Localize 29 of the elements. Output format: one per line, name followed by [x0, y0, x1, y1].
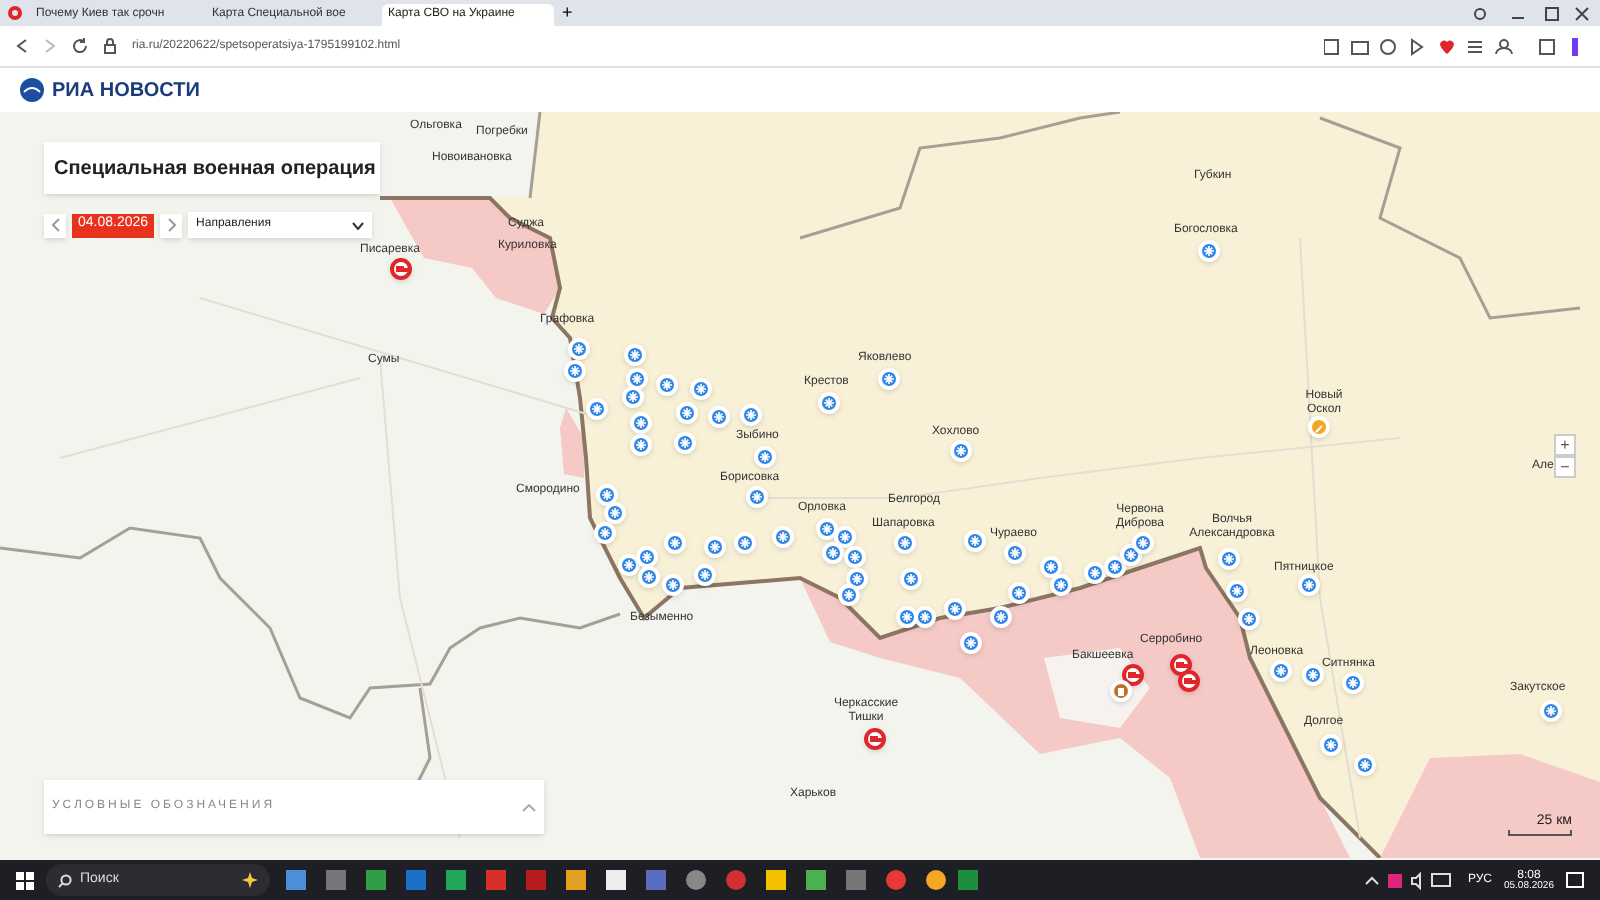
tray-icons-drawing [1363, 871, 1456, 889]
next-date-button[interactable] [160, 213, 183, 237]
truck-marker-icon[interactable] [864, 728, 886, 750]
scale-bar [1508, 830, 1572, 836]
reload-icon[interactable] [72, 38, 88, 54]
chevron-up-icon [522, 803, 536, 811]
snowflake-marker-icon[interactable] [564, 360, 586, 382]
chevron-left-icon [51, 218, 59, 232]
back-icon[interactable] [16, 38, 28, 54]
lock-icon [104, 38, 116, 54]
browser-logo-icon [8, 6, 22, 20]
sparkle-icon [242, 872, 258, 888]
previous-date-button[interactable] [44, 213, 66, 237]
ria-logo-icon [20, 78, 44, 102]
site-logo-text[interactable]: РИА НОВОСТИ [52, 75, 200, 105]
truck-marker-icon[interactable] [390, 258, 412, 280]
window-controls-drawing [1472, 6, 1592, 22]
windows-start-icon[interactable] [16, 871, 34, 889]
notification-icon[interactable] [1566, 871, 1584, 889]
snowflake-marker-icon[interactable] [568, 338, 590, 360]
forward-icon[interactable] [44, 38, 56, 54]
chevron-right-icon [167, 218, 176, 232]
zoom-out-button[interactable]: − [1554, 456, 1576, 478]
search-icon [58, 873, 72, 887]
chevron-down-icon [352, 221, 365, 229]
map-title: Специальная военная операция [54, 155, 376, 183]
new-tab-button[interactable]: + [562, 4, 573, 22]
zoom-in-button[interactable]: + [1554, 434, 1576, 456]
snowflake-marker-icon[interactable] [594, 522, 616, 544]
